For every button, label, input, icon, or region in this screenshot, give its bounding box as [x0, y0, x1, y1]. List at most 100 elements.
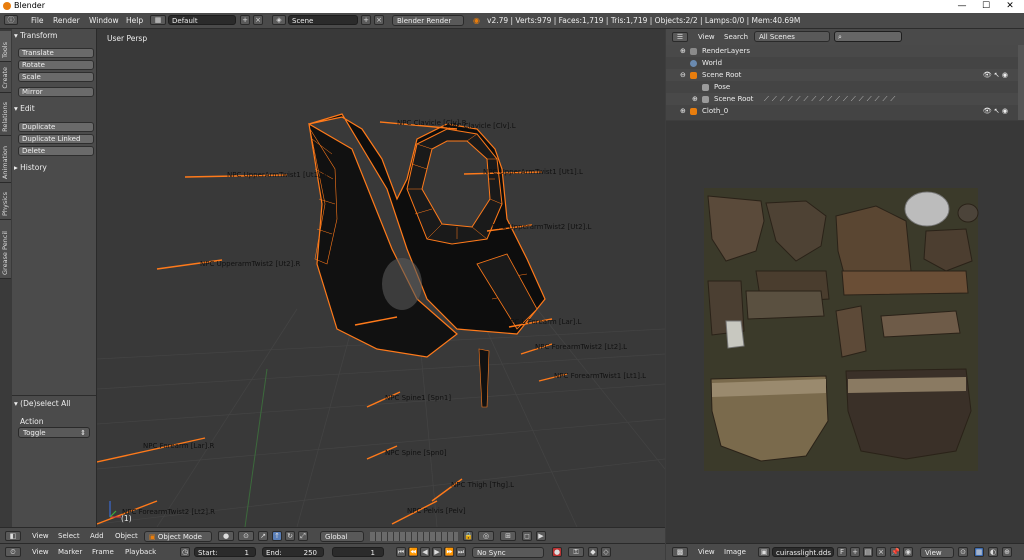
menu-file[interactable]: File: [31, 16, 44, 25]
transform-panel-header[interactable]: ▾ Transform: [14, 31, 57, 40]
translate-button[interactable]: Translate: [18, 48, 94, 58]
display-channels-icon[interactable]: ▦: [974, 547, 984, 557]
current-frame-field[interactable]: 1: [332, 547, 384, 557]
outliner-search-input[interactable]: ⌕: [834, 31, 902, 42]
orientation-dropdown[interactable]: Global: [320, 531, 364, 542]
menu-view[interactable]: View: [698, 548, 715, 556]
sync-dropdown[interactable]: No Sync: [472, 547, 544, 558]
insert-keyframe-icon[interactable]: ◆: [588, 547, 598, 557]
scene-icon[interactable]: ◈: [272, 15, 286, 25]
editor-type-icon[interactable]: ⓘ: [4, 15, 18, 25]
alpha-channel-icon[interactable]: ◐: [988, 547, 998, 557]
expand-icon[interactable]: ⊕: [680, 45, 686, 57]
cuirass-mesh[interactable]: [308, 113, 546, 408]
delete-button[interactable]: Delete: [18, 146, 94, 156]
expand-icon[interactable]: ⊕: [692, 93, 698, 105]
tab-relations[interactable]: Relations: [0, 93, 11, 136]
outliner-row-world[interactable]: World: [666, 57, 1018, 69]
menu-help[interactable]: Help: [126, 16, 143, 25]
menu-marker[interactable]: Marker: [58, 548, 82, 556]
image-name-field[interactable]: cuirasslight.dds: [772, 547, 834, 557]
record-icon[interactable]: ●: [552, 547, 562, 557]
open-image-button[interactable]: ▤: [863, 547, 873, 557]
add-layout-button[interactable]: +: [240, 15, 250, 25]
menu-playback[interactable]: Playback: [125, 548, 156, 556]
tab-tools[interactable]: Tools: [0, 31, 11, 62]
collapse-icon[interactable]: ⊖: [680, 69, 686, 81]
delete-scene-button[interactable]: ×: [374, 15, 384, 25]
lock-layers-icon[interactable]: 🔒: [463, 531, 473, 541]
play-icon[interactable]: ▶: [432, 547, 442, 557]
layout-field[interactable]: Default: [168, 15, 236, 25]
editor-type-3d-icon[interactable]: ◧: [5, 531, 21, 541]
browse-image-icon[interactable]: ▣: [758, 547, 770, 557]
view-mode-dropdown[interactable]: View: [920, 547, 954, 558]
jump-end-icon[interactable]: ⏭: [456, 547, 466, 557]
minimize-button[interactable]: —: [950, 0, 974, 13]
tab-grease-pencil[interactable]: Grease Pencil: [0, 220, 11, 279]
tab-create[interactable]: Create: [0, 62, 11, 93]
image-editor[interactable]: [666, 121, 1024, 543]
menu-view[interactable]: View: [698, 33, 715, 41]
menu-view[interactable]: View: [32, 532, 49, 540]
menu-object[interactable]: Object: [115, 532, 138, 540]
rotate-manipulator-icon[interactable]: ↻: [285, 531, 295, 541]
snap-icon[interactable]: ⊞: [500, 531, 516, 541]
manipulator-toggle-icon[interactable]: ↗: [258, 531, 268, 541]
unlink-image-button[interactable]: ×: [876, 547, 886, 557]
outliner-row-armature-data[interactable]: ⊕ Scene Root ⟋⟋⟋⟋⟋⟋⟋⟋⟋⟋⟋⟋⟋⟋⟋⟋⟋: [666, 93, 1018, 105]
pin-icon[interactable]: 📌: [890, 547, 900, 557]
delete-keyframe-icon[interactable]: ◇: [601, 547, 611, 557]
editor-type-image-icon[interactable]: ▩: [672, 547, 688, 557]
add-scene-button[interactable]: +: [361, 15, 371, 25]
preview-range-icon[interactable]: ◷: [180, 547, 190, 557]
screen-layout-icon[interactable]: ▦: [150, 15, 166, 25]
display-mode-dropdown[interactable]: All Scenes: [754, 31, 830, 42]
proportional-edit-icon[interactable]: ◎: [478, 531, 494, 541]
next-keyframe-icon[interactable]: ⏩: [444, 547, 454, 557]
new-image-button[interactable]: +: [850, 547, 860, 557]
render-anim-icon[interactable]: ▶: [536, 531, 546, 541]
menu-image[interactable]: Image: [724, 548, 746, 556]
outliner-row-cloth[interactable]: ⊕ Cloth_0 👁 ↖ ◉: [666, 105, 1018, 117]
editor-type-outliner-icon[interactable]: ☰: [672, 32, 688, 42]
expand-icon[interactable]: ⊕: [680, 105, 686, 117]
menu-render[interactable]: Render: [53, 16, 80, 25]
play-reverse-icon[interactable]: ◀: [420, 547, 430, 557]
visibility-icons[interactable]: 👁 ↖ ◉: [983, 69, 1008, 81]
scale-button[interactable]: Scale: [18, 72, 94, 82]
tab-physics[interactable]: Physics: [0, 183, 11, 220]
pivot-icon[interactable]: ⊙: [958, 547, 968, 557]
render-engine-dropdown[interactable]: Blender Render: [392, 15, 464, 26]
rotate-button[interactable]: Rotate: [18, 60, 94, 70]
menu-view[interactable]: View: [32, 548, 49, 556]
history-panel-header[interactable]: ▸ History: [14, 163, 47, 172]
menu-select[interactable]: Select: [58, 532, 80, 540]
render-slot-icon[interactable]: ◉: [903, 547, 913, 557]
start-frame-field[interactable]: Start: 1: [194, 547, 256, 557]
translate-manipulator-icon[interactable]: ↑: [272, 531, 282, 541]
outliner-row-scene-root[interactable]: ⊖ Scene Root 👁 ↖ ◉: [666, 69, 1018, 81]
duplicate-linked-button[interactable]: Duplicate Linked: [18, 134, 94, 144]
keying-set-icon[interactable]: ⚿: [568, 547, 584, 557]
zoom-icon[interactable]: ⊕: [1002, 547, 1012, 557]
action-dropdown[interactable]: Toggle ⇕: [18, 427, 90, 438]
visibility-icons[interactable]: 👁 ↖ ◉: [983, 105, 1008, 117]
jump-start-icon[interactable]: ⏮: [396, 547, 406, 557]
scale-manipulator-icon[interactable]: ⤢: [298, 531, 308, 541]
delete-layout-button[interactable]: ×: [253, 15, 263, 25]
layer-buttons[interactable]: [370, 532, 458, 541]
outliner-scrollbar[interactable]: [1018, 45, 1024, 120]
menu-window[interactable]: Window: [89, 16, 119, 25]
mirror-button[interactable]: Mirror: [18, 87, 94, 97]
tab-animation[interactable]: Animation: [0, 136, 11, 183]
operator-panel-header[interactable]: ▾ (De)select All: [14, 399, 70, 408]
duplicate-button[interactable]: Duplicate: [18, 122, 94, 132]
editor-type-timeline-icon[interactable]: ⏲: [5, 547, 21, 557]
scene-field[interactable]: Scene: [288, 15, 358, 25]
close-button[interactable]: ✕: [998, 0, 1022, 13]
pivot-icon[interactable]: ⊙: [238, 531, 254, 541]
maximize-button[interactable]: ☐: [974, 0, 998, 13]
prev-keyframe-icon[interactable]: ⏪: [408, 547, 418, 557]
menu-add[interactable]: Add: [90, 532, 104, 540]
